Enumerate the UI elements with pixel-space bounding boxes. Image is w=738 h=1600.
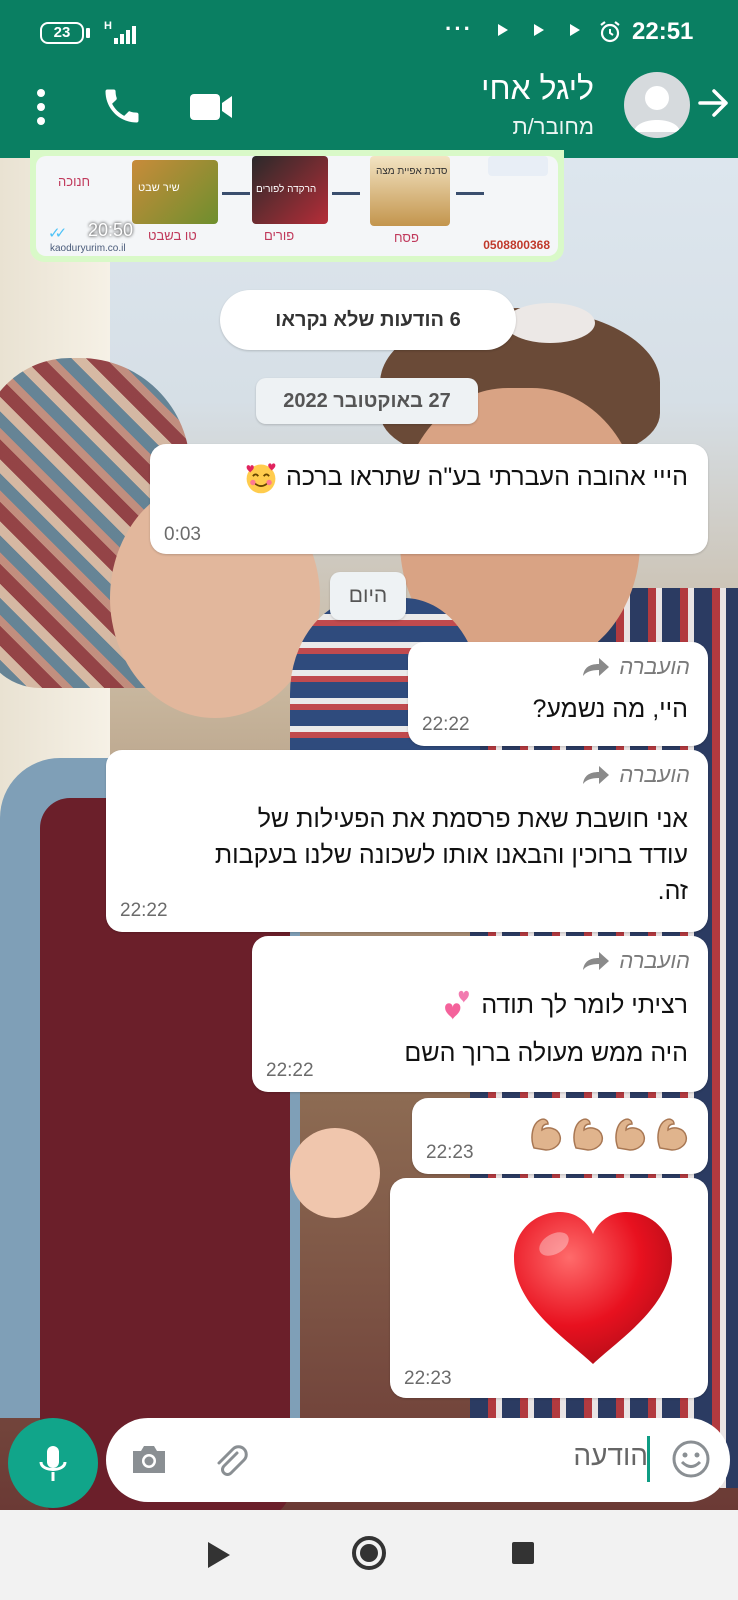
attach-icon[interactable] [210, 1440, 250, 1480]
clock: 22:51 [632, 18, 694, 45]
image-message-time: 20:50 [88, 220, 134, 240]
smiling-face-with-hearts-icon [246, 463, 276, 494]
flexed-biceps-icon [615, 1118, 646, 1151]
message-bubble[interactable]: 22:23 [390, 1178, 708, 1398]
contact-status: מחובר/ת [512, 114, 594, 139]
image-label: פורים [264, 228, 295, 243]
message-time: 22:22 [422, 714, 470, 735]
message-input-bar[interactable]: הודעה [106, 1418, 730, 1502]
forward-icon [583, 658, 610, 676]
image-poster: שיר שבט [132, 160, 218, 224]
contact-name[interactable]: ליגל אחי [481, 70, 594, 107]
message-bubble[interactable]: הועברה היי, מה נשמע? 22:22 [408, 642, 708, 746]
today-divider: היום [330, 572, 406, 620]
red-heart-icon [514, 1212, 672, 1364]
message-text-line: זה. [657, 877, 688, 905]
flexed-biceps-icon [573, 1118, 604, 1151]
home-dot-icon [360, 1544, 378, 1562]
image-website: kaoduryurim.co.il [50, 243, 126, 254]
message-time: 22:23 [426, 1142, 474, 1163]
battery-indicator: 23 [40, 22, 84, 44]
menu-icon[interactable] [28, 84, 54, 130]
message-input[interactable]: הודעה [573, 1440, 648, 1472]
image-poster: הרקדה לפורים [252, 156, 328, 224]
flexed-biceps-emojis [528, 1114, 690, 1152]
message-text-line: רציתי לומר לך תודה [440, 988, 688, 1023]
message-bubble[interactable]: הייי אהובה העברתי בע"ה שתראו ברכה 0:03 [150, 444, 708, 554]
flexed-biceps-icon [531, 1118, 562, 1151]
system-nav-bar [0, 1510, 738, 1600]
alarm-icon [600, 21, 620, 43]
image-poster: סדנת אפיית מצה [370, 156, 450, 226]
phone-icon[interactable] [100, 84, 144, 128]
two-hearts-icon [445, 991, 470, 1020]
message-text: היי, מה נשמע? [532, 695, 688, 723]
flexed-biceps-icon [657, 1118, 688, 1151]
message-text-line: עודד ברוכין והבאנו אותו לשכונה שלנו בעקב… [214, 841, 688, 869]
mic-button[interactable] [8, 1418, 98, 1508]
image-label: חנוכה [58, 174, 91, 189]
message-time: 22:22 [266, 1060, 314, 1081]
image-phone: 0508800368 [483, 238, 550, 252]
message-bubble[interactable]: הועברה אני חושבת שאת פרסמת את הפעילות של… [106, 750, 708, 932]
image-poster [488, 156, 548, 176]
signal-icon: H [104, 20, 136, 44]
media-notification-icon [534, 24, 544, 36]
read-ticks-icon: ✓✓ [48, 225, 67, 242]
emoji-icon[interactable] [670, 1438, 712, 1480]
status-bar: 23 H ··· 22:51 [0, 0, 738, 62]
forwarded-label: הועברה [581, 654, 690, 680]
message-bubble[interactable]: הועברה רציתי לומר לך תודה היה ממש מעולה … [252, 936, 708, 1092]
date-divider: 27 באוקטובר 2022 [256, 378, 478, 424]
message-time: 22:23 [404, 1368, 452, 1389]
image-message[interactable]: חנוכה שיר שבט טו בשבט הרקדה לפורים פורים… [30, 150, 564, 262]
image-label: טו בשבט [148, 228, 197, 243]
message-bubble[interactable]: 22:23 [412, 1098, 708, 1174]
unread-messages-divider: 6 הודעות שלא נקראו [220, 290, 516, 350]
image-message-content: חנוכה שיר שבט טו בשבט הרקדה לפורים פורים… [36, 156, 558, 256]
message-text-line: אני חושבת שאת פרסמת את הפעילות של [257, 805, 688, 833]
forward-icon [583, 952, 610, 970]
message-text: הייי אהובה העברתי בע"ה שתראו ברכה [243, 460, 688, 496]
camera-icon[interactable] [130, 1442, 168, 1476]
nav-back-button[interactable] [208, 1542, 230, 1568]
forwarded-label: הועברה [581, 948, 690, 974]
back-arrow-icon[interactable] [696, 86, 730, 120]
text-caret [647, 1436, 650, 1482]
message-text-line: היה ממש מעולה ברוך השם [404, 1039, 688, 1067]
nav-recents-button[interactable] [512, 1542, 534, 1564]
media-notification-icon [498, 24, 508, 36]
image-label: פסח [394, 230, 419, 245]
forwarded-label: הועברה [581, 762, 690, 788]
avatar-icon [634, 86, 680, 132]
video-icon[interactable] [188, 88, 234, 126]
forward-icon [583, 766, 610, 784]
avatar[interactable] [624, 72, 690, 138]
svg-text:H: H [104, 20, 112, 32]
chat-header: ליגל אחי מחובר/ת [0, 62, 738, 158]
more-notifications-dots: ··· [445, 16, 473, 41]
media-notification-icon [570, 24, 580, 36]
message-time: 22:22 [120, 900, 168, 921]
mic-icon [39, 1446, 67, 1481]
message-time: 0:03 [164, 524, 201, 545]
